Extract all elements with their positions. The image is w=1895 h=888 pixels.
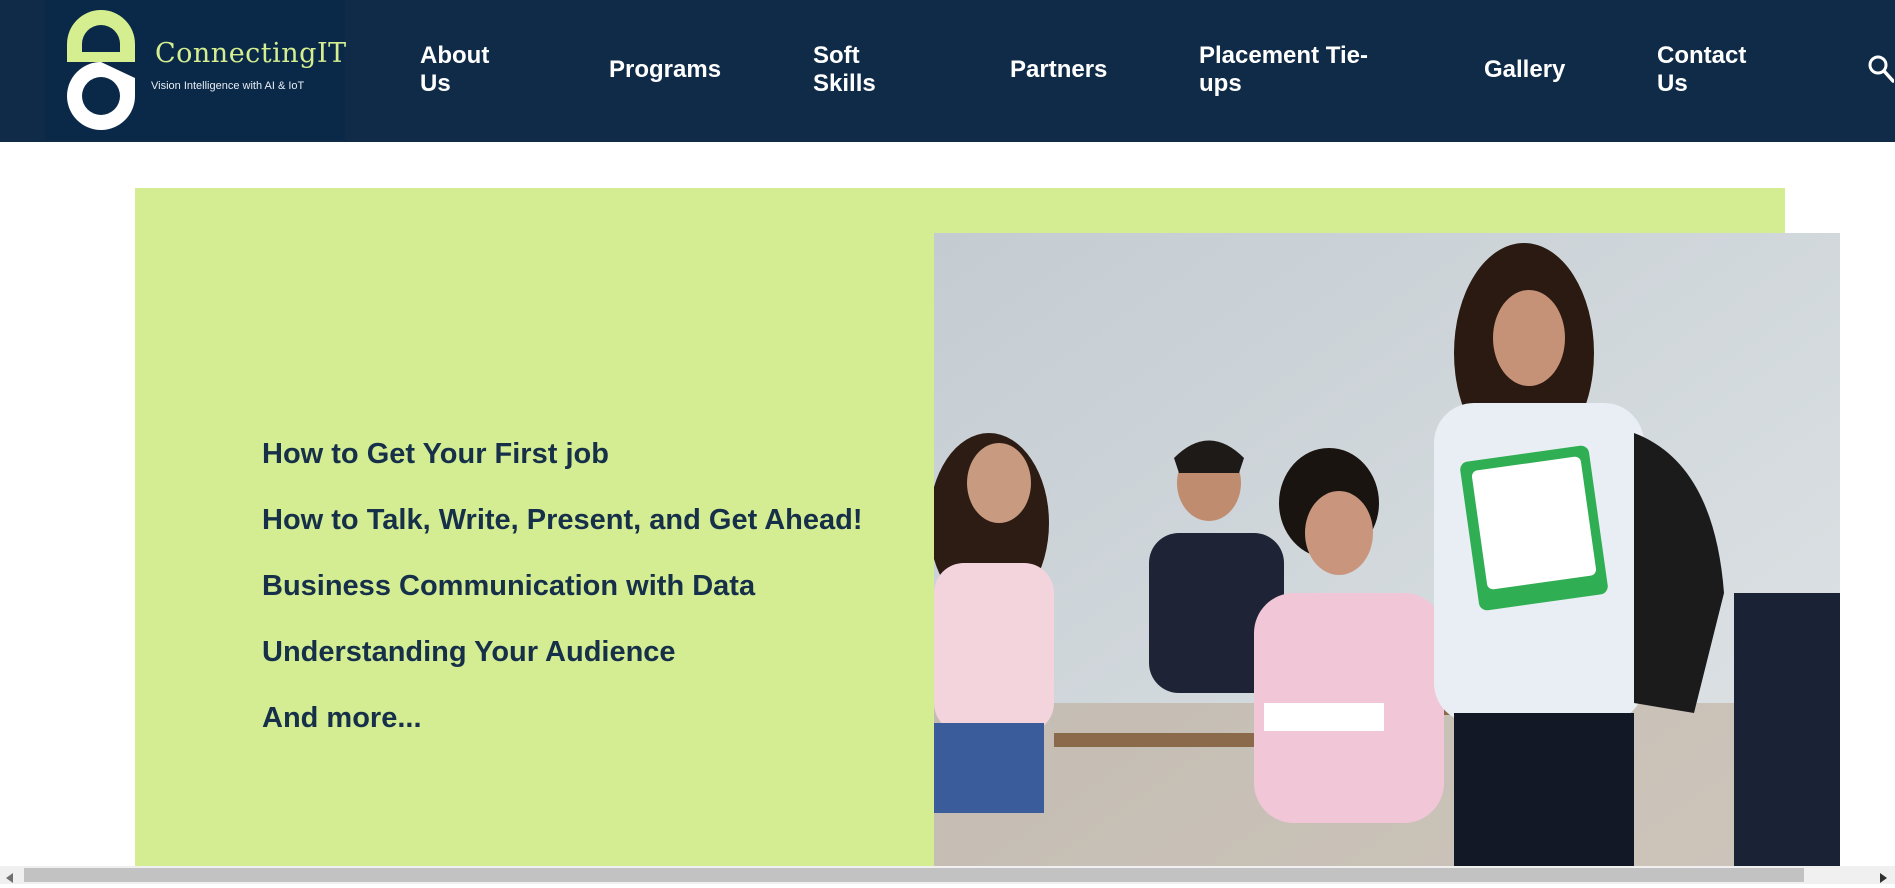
classroom-students-photo [934,233,1840,866]
scrollbar-thumb[interactable] [24,868,1804,882]
nav-programs-label: Programs [609,56,722,83]
nav-contact-line1: Contact [1657,42,1747,69]
nav-placement-tie-ups[interactable]: Placement Tie- ups [1199,42,1368,98]
list-item: And more... [262,702,422,734]
nav-partners[interactable]: Partners [1010,56,1107,84]
site-logo[interactable]: ConnectingIT Vision Intelligence with AI… [45,0,347,140]
nav-soft-skills-line1: Soft [813,42,860,69]
brand-tagline: Vision Intelligence with AI & IoT [151,80,305,92]
nav-about-us-line2: Us [420,70,451,97]
search-icon[interactable] [1868,55,1895,88]
nav-placement-line1: Placement Tie- [1199,42,1368,69]
nav-placement-line2: ups [1199,70,1242,97]
top-navigation-bar: ConnectingIT Vision Intelligence with AI… [0,0,1895,142]
brand-name: ConnectingIT [155,38,347,69]
list-item: How to Get Your First job [262,438,609,470]
topic-list: How to Get Your First job How to Talk, W… [262,436,863,766]
horizontal-scrollbar[interactable] [0,866,1895,884]
nav-contact-line2: Us [1657,70,1688,97]
list-item: Business Communication with Data [262,570,756,602]
nav-partners-label: Partners [1010,56,1108,83]
list-item: How to Talk, Write, Present, and Get Ahe… [262,504,863,536]
nav-gallery-label: Gallery [1484,56,1566,83]
logo-mark-icon [67,10,135,130]
nav-programs[interactable]: Programs [609,56,721,84]
scroll-right-arrow-icon[interactable] [1879,870,1887,888]
nav-gallery[interactable]: Gallery [1484,56,1565,84]
nav-about-us-line1: About [420,42,490,69]
nav-soft-skills[interactable]: Soft Skills [813,42,876,98]
list-item: Understanding Your Audience [262,636,676,668]
scroll-left-arrow-icon[interactable] [6,870,14,888]
nav-about-us[interactable]: About Us [420,42,489,98]
nav-contact-us[interactable]: Contact Us [1657,42,1746,98]
nav-soft-skills-line2: Skills [813,70,876,97]
